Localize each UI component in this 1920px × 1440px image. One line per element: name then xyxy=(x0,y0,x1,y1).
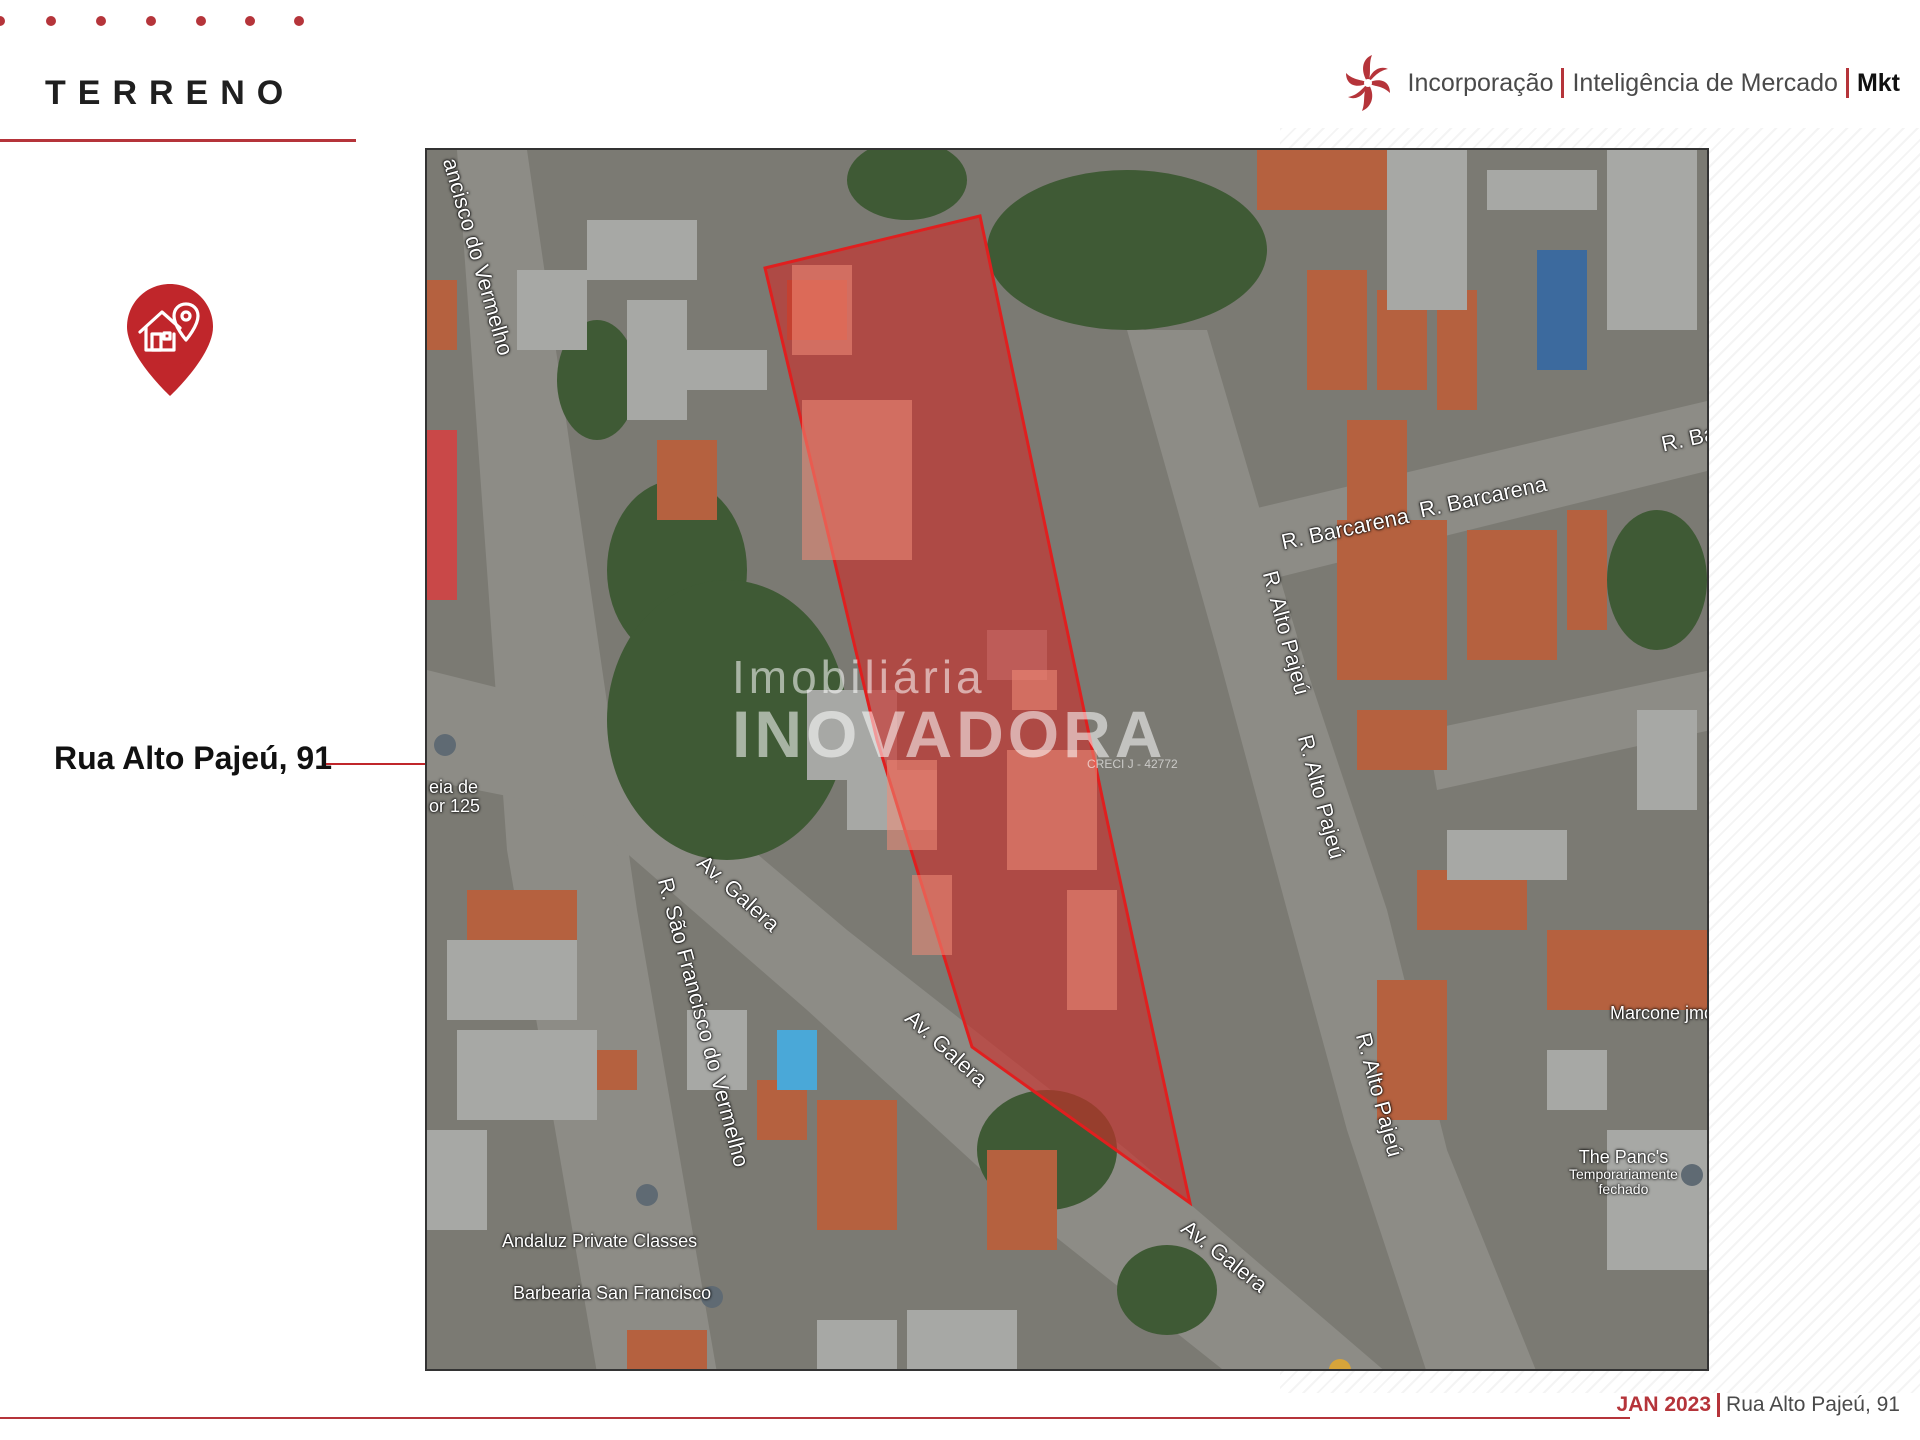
footer: JAN 2023 Rua Alto Pajeú, 91 xyxy=(1616,1393,1900,1417)
dot xyxy=(46,16,56,26)
dot xyxy=(294,16,304,26)
section-title: TERRENO xyxy=(45,74,296,112)
footer-date: JAN 2023 xyxy=(1616,1393,1712,1416)
pinwheel-logo-icon xyxy=(1345,55,1390,111)
dot xyxy=(146,16,156,26)
brand-incorporacao: Incorporação xyxy=(1407,68,1554,97)
footer-rule xyxy=(0,1417,1630,1419)
title-underline xyxy=(0,139,356,142)
decorative-dots xyxy=(0,16,320,30)
brand-inteligencia: Inteligência de Mercado xyxy=(1572,68,1838,97)
house-location-pin-icon xyxy=(127,284,213,396)
poi-line: Temporariamente xyxy=(1569,1165,1678,1182)
poi-label-igreja: eia de or 125 xyxy=(429,778,480,816)
address-label: Rua Alto Pajeú, 91 xyxy=(54,740,332,776)
poi-label-marcone: Marcone jmd xyxy=(1610,1003,1709,1023)
dot xyxy=(245,16,255,26)
poi-label-barbearia: Barbearia San Francisco xyxy=(513,1283,712,1303)
dot xyxy=(196,16,206,26)
brand-text: Incorporação Inteligência de Mercado Mkt xyxy=(1408,68,1900,98)
watermark-creci: CRECI J - 42772 xyxy=(1087,757,1178,771)
poi-label-andaluz: Andaluz Private Classes xyxy=(502,1231,698,1251)
poi-line: The Panc's xyxy=(1578,1147,1669,1167)
poi-line: fechado xyxy=(1598,1180,1649,1197)
brand-header: Incorporação Inteligência de Mercado Mkt xyxy=(1342,48,1900,118)
poi-label-panc: The Panc's Temporariamente fechado xyxy=(1569,1148,1678,1196)
brand-separator xyxy=(1845,68,1849,98)
agency-watermark: Imobiliária INOVADORA xyxy=(732,650,1192,772)
poi-line: or 125 xyxy=(429,795,481,816)
brand-mkt: Mkt xyxy=(1856,68,1900,97)
poi-line: eia de xyxy=(429,777,479,797)
footer-address: Rua Alto Pajeú, 91 xyxy=(1726,1393,1900,1416)
dot xyxy=(96,16,106,26)
satellite-map[interactable]: ancisco do Vermelho R. Barcarena R. Barc… xyxy=(425,148,1709,1371)
dot xyxy=(0,16,5,26)
brand-separator xyxy=(1561,68,1565,98)
footer-separator xyxy=(1717,1393,1721,1417)
